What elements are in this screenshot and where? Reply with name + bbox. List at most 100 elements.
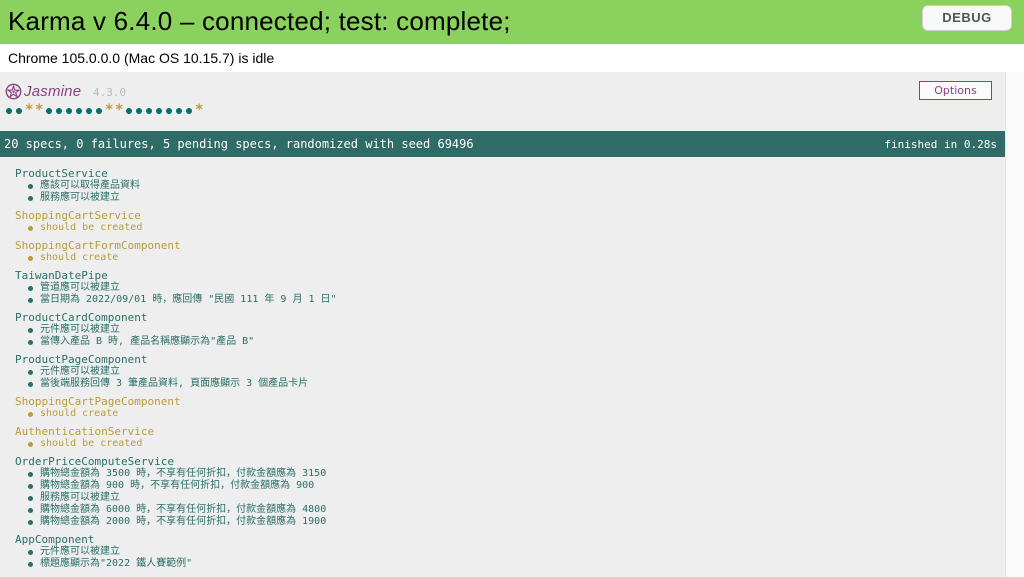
pending-spec-symbol[interactable] xyxy=(114,103,124,118)
spec-description-link[interactable]: 服務應可以被建立 xyxy=(40,192,120,203)
suite-group: AppComponent 元件應可以被建立 標題應顯示為"2022 鐵人賽範例" xyxy=(15,534,995,570)
passed-spec-symbol[interactable] xyxy=(184,104,194,118)
bullet-icon xyxy=(28,382,33,387)
suite-group: OrderPriceComputeService 購物總金額為 3500 時，不享… xyxy=(15,456,995,528)
suite-name-link[interactable]: TaiwanDatePipe xyxy=(15,270,995,282)
run-duration: finished in 0.28s xyxy=(884,138,997,151)
passed-spec-symbol[interactable] xyxy=(84,104,94,118)
suite-name-link[interactable]: AppComponent xyxy=(15,534,995,546)
passed-spec-symbol[interactable] xyxy=(174,104,184,118)
page-scrollbar[interactable] xyxy=(1005,72,1024,577)
passed-spec-symbol[interactable] xyxy=(94,104,104,118)
suite-group: ProductPageComponent 元件應可以被建立 當後端服務回傳 3 筆產… xyxy=(15,354,995,390)
spec-item: 當後端服務回傳 3 筆產品資料, 頁面應顯示 3 個產品卡片 xyxy=(15,378,995,390)
passed-spec-symbol[interactable] xyxy=(144,104,154,118)
spec-description-link[interactable]: 購物總金額為 900 時，不享有任何折扣，付款金額應為 900 xyxy=(40,480,314,491)
spec-item: 購物總金額為 900 時，不享有任何折扣，付款金額應為 900 xyxy=(15,480,995,492)
spec-description-link[interactable]: 當傳入產品 B 時, 產品名稱應顯示為"產品 B" xyxy=(40,336,254,347)
passed-spec-symbol[interactable] xyxy=(44,104,54,118)
jasmine-logo-text: Jasmine xyxy=(24,82,82,100)
spec-description-link[interactable]: 元件應可以被建立 xyxy=(40,366,120,377)
bullet-icon xyxy=(28,496,33,501)
spec-item: 購物總金額為 2000 時，不享有任何折扣，付款金額應為 1900 xyxy=(15,516,995,528)
spec-description-link[interactable]: should create xyxy=(40,252,118,263)
spec-description-link[interactable]: should be created xyxy=(40,222,142,233)
passed-spec-symbol[interactable] xyxy=(64,104,74,118)
passed-spec-symbol[interactable] xyxy=(134,104,144,118)
bullet-icon xyxy=(28,562,33,567)
spec-description-link[interactable]: 當後端服務回傳 3 筆產品資料, 頁面應顯示 3 個產品卡片 xyxy=(40,378,308,389)
bullet-icon xyxy=(28,298,33,303)
passed-spec-symbol[interactable] xyxy=(54,104,64,118)
spec-item: 服務應可以被建立 xyxy=(15,192,995,204)
bullet-icon xyxy=(28,412,33,417)
pending-spec-symbol[interactable] xyxy=(34,103,44,118)
jasmine-report-frame: Jasmine 4.3.0 Options 20 specs, 0 failur… xyxy=(0,72,1005,577)
bullet-icon xyxy=(28,340,33,345)
spec-description-link[interactable]: 當日期為 2022/09/01 時，應回傳 "民國 111 年 9 月 1 日" xyxy=(40,294,337,305)
bullet-icon xyxy=(28,286,33,291)
suite-group: ProductService 應該可以取得產品資料 服務應可以被建立 xyxy=(15,168,995,204)
passed-spec-symbol[interactable] xyxy=(164,104,174,118)
spec-symbol-summary xyxy=(4,103,204,118)
suite-group: ShoppingCartService should be created xyxy=(15,210,995,234)
suite-group: TaiwanDatePipe 管道應可以被建立 當日期為 2022/09/01 時，… xyxy=(15,270,995,306)
spec-item: 管道應可以被建立 xyxy=(15,282,995,294)
bullet-icon xyxy=(28,484,33,489)
debug-button[interactable]: DEBUG xyxy=(922,5,1012,31)
suite-name-link[interactable]: ProductService xyxy=(15,168,995,180)
bullet-icon xyxy=(28,196,33,201)
browser-status-text: Chrome 105.0.0.0 (Mac OS 10.15.7) is idl… xyxy=(8,50,275,66)
pending-spec-symbol[interactable] xyxy=(24,103,34,118)
bullet-icon xyxy=(28,442,33,447)
spec-item: should be created xyxy=(15,222,995,234)
suite-group: AuthenticationService should be created xyxy=(15,426,995,450)
bullet-icon xyxy=(28,226,33,231)
passed-spec-symbol[interactable] xyxy=(124,104,134,118)
spec-item: should be created xyxy=(15,438,995,450)
suite-name-link[interactable]: ShoppingCartService xyxy=(15,210,995,222)
spec-description-link[interactable]: 管道應可以被建立 xyxy=(40,282,120,293)
bullet-icon xyxy=(28,472,33,477)
spec-description-link[interactable]: 購物總金額為 3500 時，不享有任何折扣，付款金額應為 3150 xyxy=(40,468,326,479)
suite-name-link[interactable]: ShoppingCartFormComponent xyxy=(15,240,995,252)
bullet-icon xyxy=(28,550,33,555)
suite-group: ProductCardComponent 元件應可以被建立 當傳入產品 B 時, 產… xyxy=(15,312,995,348)
spec-item: 購物總金額為 3500 時，不享有任何折扣，付款金額應為 3150 xyxy=(15,468,995,480)
spec-description-link[interactable]: 元件應可以被建立 xyxy=(40,546,120,557)
passed-spec-symbol[interactable] xyxy=(4,104,14,118)
spec-item: 元件應可以被建立 xyxy=(15,546,995,558)
passed-spec-symbol[interactable] xyxy=(74,104,84,118)
spec-item: 購物總金額為 6000 時，不享有任何折扣，付款金額應為 4800 xyxy=(15,504,995,516)
suite-name-link[interactable]: ProductCardComponent xyxy=(15,312,995,324)
pending-spec-symbol[interactable] xyxy=(194,103,204,118)
spec-description-link[interactable]: should create xyxy=(40,408,118,419)
suite-name-link[interactable]: AuthenticationService xyxy=(15,426,995,438)
suite-name-link[interactable]: OrderPriceComputeService xyxy=(15,456,995,468)
spec-description-link[interactable]: 服務應可以被建立 xyxy=(40,492,120,503)
spec-description-link[interactable]: 購物總金額為 2000 時，不享有任何折扣，付款金額應為 1900 xyxy=(40,516,326,527)
suite-name-link[interactable]: ProductPageComponent xyxy=(15,354,995,366)
spec-item: 服務應可以被建立 xyxy=(15,492,995,504)
spec-description-link[interactable]: 購物總金額為 6000 時，不享有任何折扣，付款金額應為 4800 xyxy=(40,504,326,515)
spec-description-link[interactable]: 元件應可以被建立 xyxy=(40,324,120,335)
suite-name-link[interactable]: ShoppingCartPageComponent xyxy=(15,396,995,408)
bullet-icon xyxy=(28,184,33,189)
jasmine-flower-icon xyxy=(5,83,22,99)
results-summary-text: 20 specs, 0 failures, 5 pending specs, r… xyxy=(4,137,474,151)
karma-banner: Karma v 6.4.0 – connected; test: complet… xyxy=(0,0,1024,44)
spec-results-list: ProductService 應該可以取得產品資料 服務應可以被建立 Shopping… xyxy=(15,168,995,576)
passed-spec-symbol[interactable] xyxy=(14,104,24,118)
bullet-icon xyxy=(28,508,33,513)
spec-description-link[interactable]: 應該可以取得產品資料 xyxy=(40,180,140,191)
passed-spec-symbol[interactable] xyxy=(154,104,164,118)
jasmine-version: 4.3.0 xyxy=(93,86,127,99)
spec-description-link[interactable]: should be created xyxy=(40,438,142,449)
bullet-icon xyxy=(28,256,33,261)
pending-spec-symbol[interactable] xyxy=(104,103,114,118)
spec-item: should create xyxy=(15,252,995,264)
options-button[interactable]: Options xyxy=(919,81,992,100)
spec-item: should create xyxy=(15,408,995,420)
suite-group: ShoppingCartFormComponent should create xyxy=(15,240,995,264)
spec-description-link[interactable]: 標題應顯示為"2022 鐵人賽範例" xyxy=(40,558,192,569)
